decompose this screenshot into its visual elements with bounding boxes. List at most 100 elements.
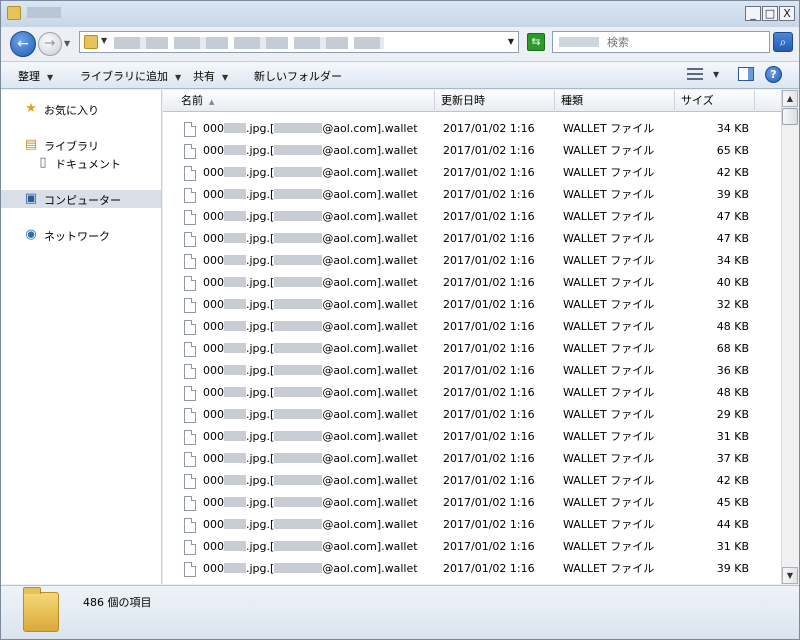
file-type: WALLET ファイル	[563, 430, 655, 443]
item-count: 486 個の項目	[83, 596, 152, 609]
table-row[interactable]: 000 .jpg.[@aol.com].wallet 2017/01/02 1:16…	[163, 184, 781, 206]
share-menu[interactable]: 共有 ▼	[193, 68, 228, 84]
nav-item-computer[interactable]: ▣ コンピューター	[1, 190, 161, 208]
file-name: 000 .jpg.[ @aol.com].wallet	[203, 118, 418, 140]
change-view-icon[interactable]	[687, 68, 703, 80]
search-box[interactable]	[552, 31, 770, 53]
file-name-extension: .jpg.[	[246, 166, 275, 179]
file-icon	[184, 452, 196, 467]
maximize-button[interactable]: □	[762, 6, 778, 21]
file-name-suffix: @aol.com].wallet	[322, 276, 418, 289]
file-name: 000 .jpg.[@aol.com].wallet	[203, 558, 418, 580]
table-row[interactable]: 000 .jpg.[ @aol.com].wallet 2017/01/02 1:16…	[163, 118, 781, 140]
preview-pane-icon[interactable]	[738, 67, 754, 81]
minimize-button[interactable]: _	[745, 6, 761, 21]
address-history-dropdown-icon[interactable]: ▼	[508, 37, 514, 46]
file-type: WALLET ファイル	[563, 122, 655, 135]
file-icon	[184, 540, 196, 555]
nav-item-favorites[interactable]: ★ お気に入り	[1, 100, 161, 118]
forward-button[interactable]: →	[38, 32, 62, 56]
file-name-suffix: @aol.com].wallet	[322, 386, 418, 399]
breadcrumb[interactable]	[114, 37, 384, 49]
nav-item-libraries[interactable]: ▤ ライブラリ	[1, 136, 161, 154]
file-date: 2017/01/02 1:16	[443, 562, 535, 575]
nav-item-network[interactable]: ◉ ネットワーク	[1, 226, 161, 244]
scroll-down-button[interactable]: ▼	[782, 567, 798, 584]
search-input[interactable]	[559, 35, 759, 49]
table-row[interactable]: 000 .jpg.[@aol.com].wallet 2017/01/02 1:16…	[163, 250, 781, 272]
file-name-prefix: 000	[203, 210, 224, 223]
redacted-text	[274, 365, 323, 375]
redacted-text	[274, 167, 323, 177]
file-date: 2017/01/02 1:16	[443, 122, 535, 135]
column-size[interactable]: サイズ	[675, 90, 755, 112]
include-in-library-menu[interactable]: ライブラリに追加 ▼	[80, 68, 181, 84]
file-name: 000 .jpg.[@aol.com].wallet	[203, 140, 418, 162]
table-row[interactable]: 000 .jpg.[@aol.com].wallet 2017/01/02 1:16…	[163, 294, 781, 316]
address-bar[interactable]: ▼ ▼	[79, 31, 519, 53]
title-bar[interactable]: _ □ X	[1, 1, 799, 27]
table-row[interactable]: 000 .jpg.[@aol.com].wallet 2017/01/02 1:16…	[163, 162, 781, 184]
vertical-scrollbar[interactable]: ▲ ▼	[781, 90, 798, 584]
table-row[interactable]: 000 .jpg.[@aol.com].wallet 2017/01/02 1:16…	[163, 404, 781, 426]
table-row[interactable]: 000 .jpg.[@aol.com].wallet 2017/01/02 1:16…	[163, 514, 781, 536]
table-row[interactable]: 000 .jpg.[@aol.com].wallet 2017/01/02 1:16…	[163, 470, 781, 492]
file-size: 34 KB	[716, 254, 749, 267]
table-row[interactable]: 000 .jpg.[@aol.com].wallet 2017/01/02 1:16…	[163, 536, 781, 558]
redacted-text	[274, 123, 323, 133]
file-name-extension: .jpg.[	[246, 122, 275, 135]
file-size: 40 KB	[716, 276, 749, 289]
file-date: 2017/01/02 1:16	[443, 342, 535, 355]
table-row[interactable]: 000 .jpg.[@aol.com].wallet 2017/01/02 1:16…	[163, 426, 781, 448]
scroll-up-button[interactable]: ▲	[782, 90, 798, 107]
redacted-text	[274, 409, 323, 419]
new-folder-button[interactable]: 新しいフォルダー	[254, 68, 342, 84]
recent-pages-dropdown-icon[interactable]: ▼	[64, 39, 70, 48]
file-name: 000 .jpg.[@aol.com].wallet	[203, 448, 418, 470]
table-row[interactable]: 000 .jpg.[@aol.com].wallet 2017/01/02 1:16…	[163, 382, 781, 404]
redacted-text	[224, 211, 246, 221]
file-date: 2017/01/02 1:16	[443, 166, 535, 179]
table-row[interactable]: 000 .jpg.[@aol.com].wallet 2017/01/02 1:16…	[163, 448, 781, 470]
table-row[interactable]: 000 .jpg.[@aol.com].wallet 2017/01/02 1:16…	[163, 140, 781, 162]
organize-menu[interactable]: 整理 ▼	[18, 68, 53, 84]
file-date: 2017/01/02 1:16	[443, 320, 535, 333]
redacted-text	[224, 541, 246, 551]
table-row[interactable]: 000 .jpg.[@aol.com].wallet 2017/01/02 1:16…	[163, 228, 781, 250]
file-date: 2017/01/02 1:16	[443, 408, 535, 421]
column-name-label: 名前	[181, 94, 203, 107]
chevron-down-icon[interactable]: ▼	[713, 70, 719, 79]
table-row[interactable]: 000 .jpg.[@aol.com].wallet 2017/01/02 1:16…	[163, 206, 781, 228]
table-row[interactable]: 000 .jpg.[@aol.com].wallet 2017/01/02 1:16…	[163, 272, 781, 294]
close-button[interactable]: X	[779, 6, 795, 21]
file-size: 68 KB	[716, 342, 749, 355]
file-icon	[184, 144, 196, 159]
table-row[interactable]: 000 .jpg.[@aol.com].wallet 2017/01/02 1:16…	[163, 558, 781, 580]
file-type: WALLET ファイル	[563, 276, 655, 289]
help-icon[interactable]: ?	[765, 66, 782, 83]
table-row[interactable]: 000 .jpg.[@aol.com].wallet 2017/01/02 1:16…	[163, 316, 781, 338]
back-button[interactable]: ←	[10, 31, 36, 57]
file-name-suffix: @aol.com].wallet	[322, 122, 418, 135]
table-row[interactable]: 000 .jpg.[@aol.com].wallet 2017/01/02 1:16…	[163, 360, 781, 382]
redacted-text	[224, 497, 246, 507]
file-name-prefix: 000	[203, 342, 224, 355]
column-name[interactable]: 名前 ▲	[163, 90, 435, 112]
chevron-down-icon[interactable]: ▼	[101, 36, 107, 45]
search-icon[interactable]: ⌕	[773, 32, 793, 52]
file-size: 32 KB	[716, 298, 749, 311]
refresh-button[interactable]: ⇆	[527, 33, 545, 51]
column-type[interactable]: 種類	[555, 90, 675, 112]
scroll-thumb[interactable]	[782, 108, 798, 125]
file-type: WALLET ファイル	[563, 188, 655, 201]
file-size: 39 KB	[716, 562, 749, 575]
file-type: WALLET ファイル	[563, 232, 655, 245]
file-name: 000 .jpg.[@aol.com].wallet	[203, 228, 418, 250]
table-row[interactable]: 000 .jpg.[@aol.com].wallet 2017/01/02 1:16…	[163, 492, 781, 514]
file-name-prefix: 000	[203, 122, 224, 135]
file-name-prefix: 000	[203, 144, 224, 157]
nav-item-documents[interactable]: ▯ ドキュメント	[1, 154, 161, 172]
column-modified[interactable]: 更新日時	[435, 90, 555, 112]
file-size: 31 KB	[716, 430, 749, 443]
table-row[interactable]: 000 .jpg.[@aol.com].wallet 2017/01/02 1:16…	[163, 338, 781, 360]
